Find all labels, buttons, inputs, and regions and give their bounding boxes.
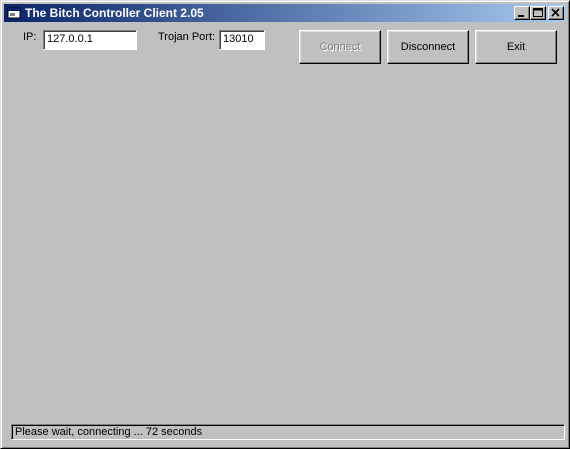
close-button[interactable] — [548, 6, 564, 20]
trojan-port-input[interactable]: 13010 — [219, 30, 265, 50]
window-title: The Bitch Controller Client 2.05 — [25, 6, 204, 20]
trojan-port-label: Trojan Port: — [158, 31, 216, 43]
ip-label: IP: — [23, 31, 37, 43]
maximize-button[interactable] — [530, 6, 546, 20]
minimize-button[interactable] — [514, 6, 530, 20]
disconnect-button[interactable]: Disconnect — [387, 30, 469, 64]
close-icon — [551, 8, 560, 17]
minimize-icon — [518, 15, 524, 17]
exit-button[interactable]: Exit — [475, 30, 557, 64]
app-window-icon[interactable] — [7, 6, 21, 20]
ip-input[interactable]: 127.0.0.1 — [43, 30, 137, 50]
connect-button[interactable]: Connect — [299, 30, 381, 64]
status-bar: Please wait, connecting ... 72 seconds — [11, 424, 565, 440]
app-window: The Bitch Controller Client 2.05 IP: 127… — [0, 0, 570, 449]
title-bar[interactable]: The Bitch Controller Client 2.05 — [4, 4, 566, 22]
maximize-icon — [533, 8, 543, 17]
